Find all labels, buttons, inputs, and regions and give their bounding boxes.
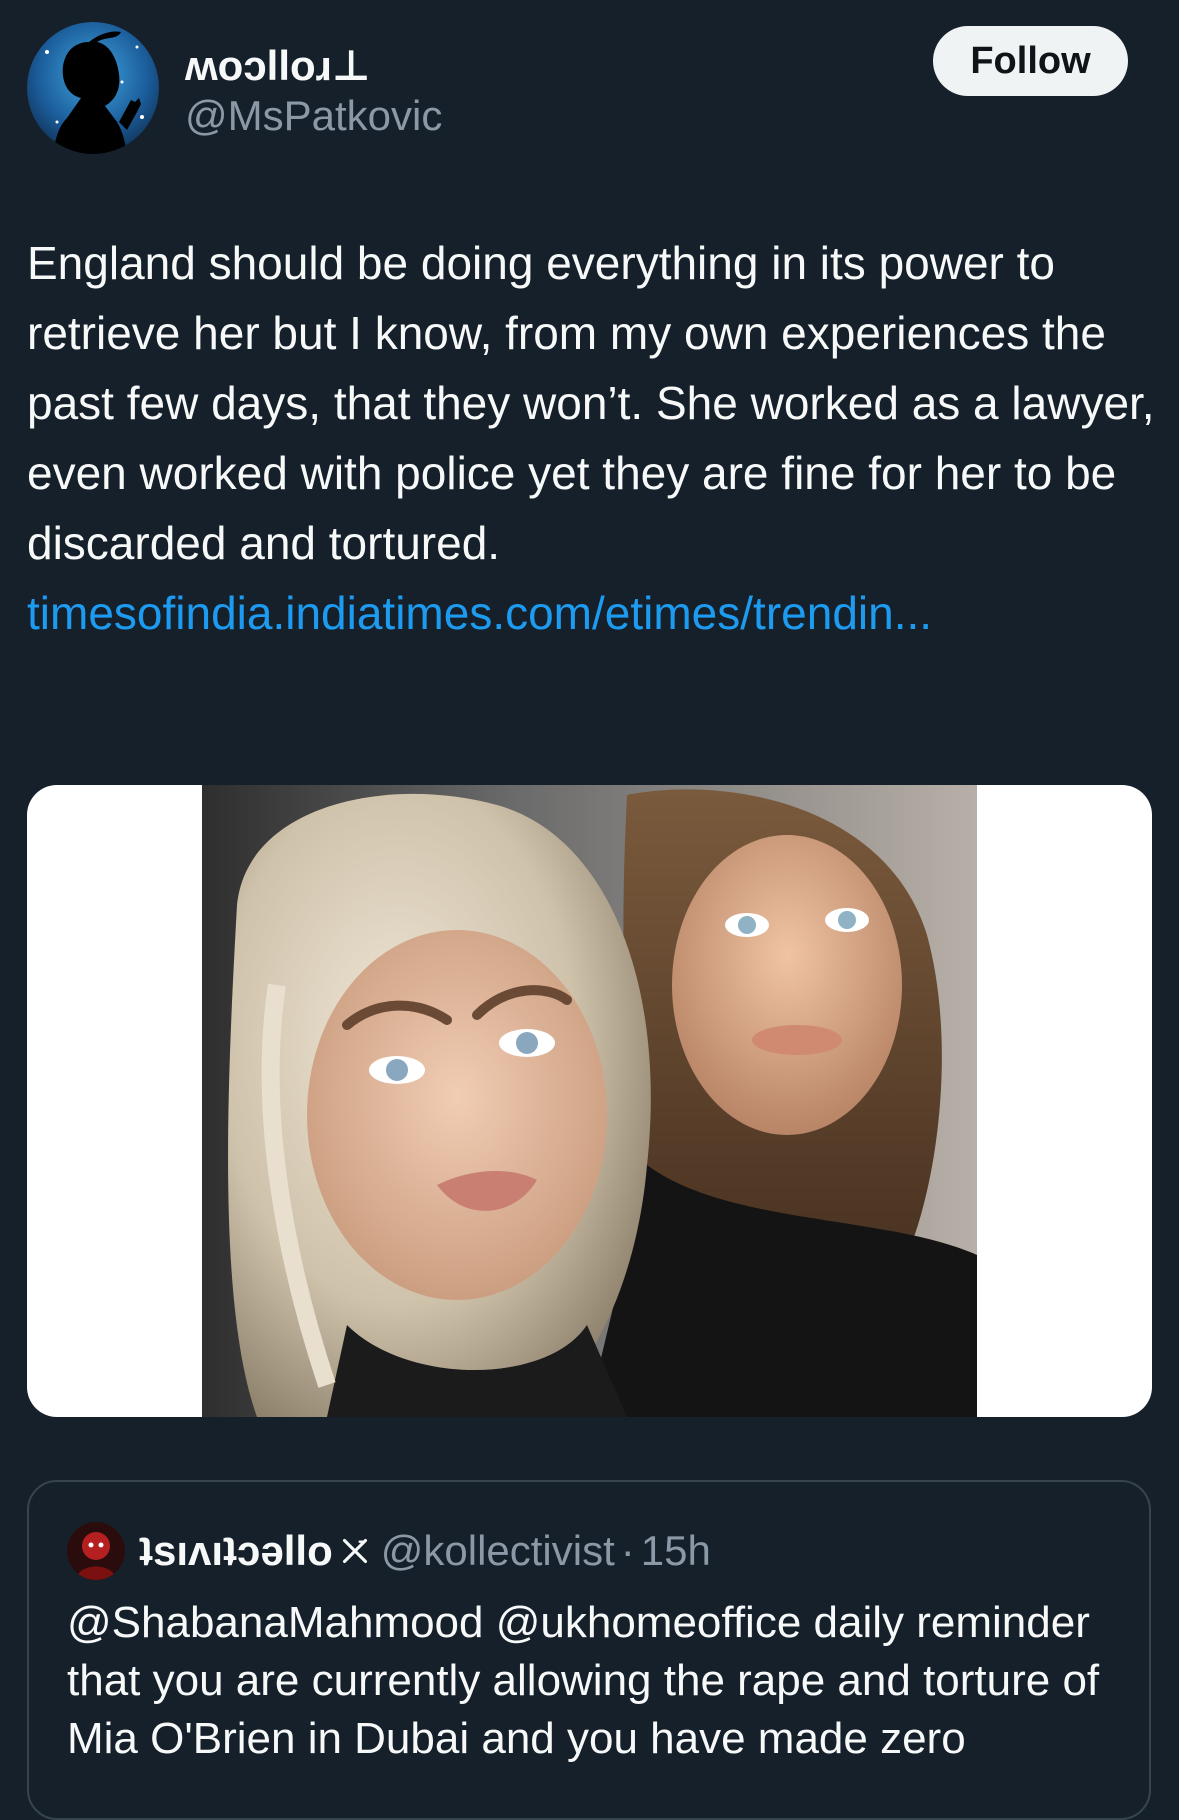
x-mark-icon xyxy=(342,1538,367,1564)
quoted-tweet-header: ʇsıʌıʇɔǝllo @kollectivist · 15h xyxy=(139,1524,711,1578)
quoted-tweet-text: @ShabanaMahmood @ukhomeoffice daily remi… xyxy=(67,1598,1100,1763)
silhouette-avatar-icon xyxy=(27,22,159,154)
photo-two-women-selfie xyxy=(202,785,977,1417)
tweet-link[interactable]: timesofindia.indiatimes.com/etimes/trend… xyxy=(27,587,932,639)
tweet-text: England should be doing everything in it… xyxy=(27,228,1157,648)
quoted-handle[interactable]: @kollectivist xyxy=(381,1524,615,1578)
quoted-display-name[interactable]: ʇsıʌıʇɔǝllo xyxy=(139,1524,333,1578)
author-handle[interactable]: @MsPatkovic xyxy=(185,92,442,140)
author-avatar[interactable] xyxy=(27,22,159,154)
tweet-body-text: England should be doing everything in it… xyxy=(27,237,1155,569)
quoted-timestamp[interactable]: 15h xyxy=(641,1524,711,1578)
quoted-tweet-card[interactable]: ʇsıʌıʇɔǝllo @kollectivist · 15h @Shabana… xyxy=(27,1480,1151,1820)
quoted-separator: · xyxy=(620,1527,635,1574)
quoted-author-avatar[interactable] xyxy=(67,1522,125,1580)
tweet-media[interactable] xyxy=(27,785,1152,1417)
dark-figure-avatar-icon xyxy=(67,1522,125,1580)
follow-button[interactable]: Follow xyxy=(933,26,1128,96)
author-display-name[interactable]: ʍoɔlloɹ⊥ xyxy=(185,42,370,90)
